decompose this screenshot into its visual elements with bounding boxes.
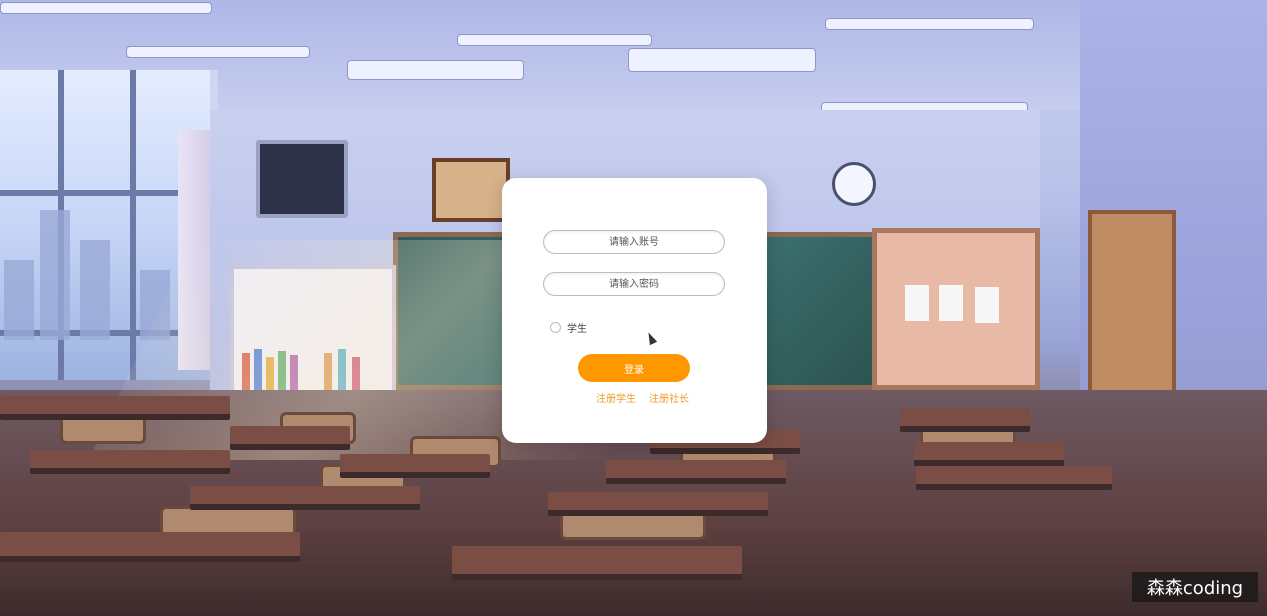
desk [916,466,1112,490]
notice-paper [905,285,929,321]
role-option-label: 学生 [567,324,587,335]
desk [900,408,1030,432]
ceiling-light [457,34,652,46]
desk [190,486,420,510]
wall-frame [432,158,510,222]
desk [548,492,768,516]
register-links: 注册学生 注册社长 [596,390,689,405]
city-building [40,210,70,340]
tv-screen [256,140,348,218]
register-student-link[interactable]: 注册学生 [596,390,636,405]
desk [0,396,230,420]
desk [340,454,490,478]
ceiling-light [825,18,1034,30]
notice-paper [939,285,963,321]
city-building [4,260,34,340]
ceiling-light [126,46,310,58]
desk [30,450,230,474]
desk [0,532,300,562]
ceiling-light [0,2,212,14]
register-president-link[interactable]: 注册社长 [649,390,689,405]
watermark: 森森coding [1132,572,1258,602]
bulletin-board [872,228,1040,390]
notice-paper [975,287,999,323]
password-input[interactable] [543,272,725,296]
radio-icon[interactable] [550,322,561,333]
desk [914,442,1064,466]
city-building [80,240,110,340]
desk [452,546,742,580]
username-input[interactable] [543,230,725,254]
desk [230,426,350,450]
role-option-student[interactable]: 学生 [550,320,587,335]
desk [606,460,786,484]
ceiling-light [347,60,524,80]
ceiling-light [628,48,816,72]
login-button[interactable]: 登录 [578,354,690,382]
login-card: 学生 登录 注册学生 注册社长 [502,178,767,443]
wall-clock-icon [832,162,876,206]
